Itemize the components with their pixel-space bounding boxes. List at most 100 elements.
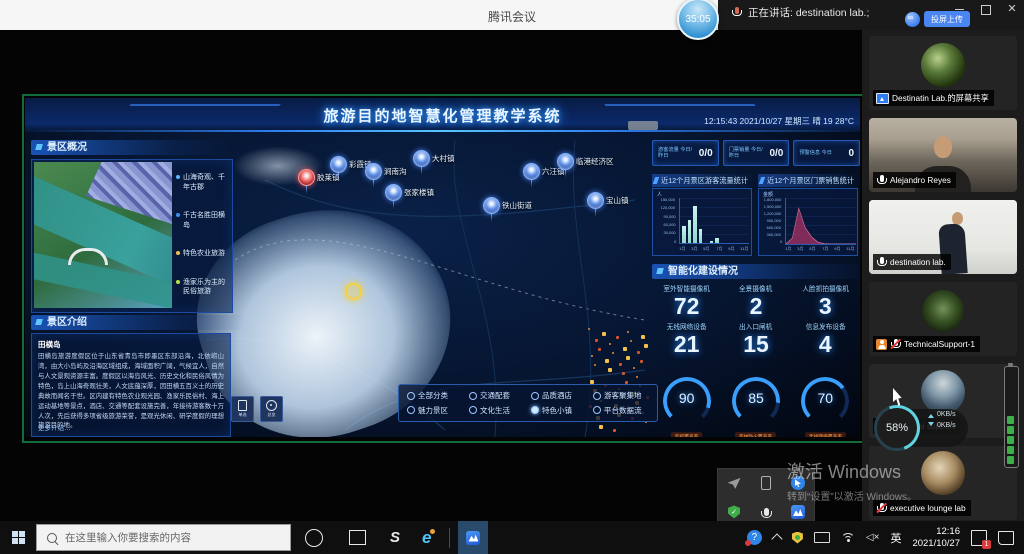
filter-option-文化生活[interactable]: 文化生活 [469, 405, 525, 416]
muted-speaker-icon[interactable]: ◁× [866, 532, 880, 543]
participant-name: executive lounge lab [890, 503, 966, 513]
filter-label: 文化生活 [480, 405, 510, 416]
help-tray-icon[interactable]: ? [747, 530, 762, 545]
map-pin-涧南沟[interactable]: 涧南沟 [365, 163, 382, 180]
filter-option-交通配套[interactable]: 交通配套 [469, 390, 525, 401]
participant-tile[interactable]: TechnicalSupport-1 [869, 282, 1017, 356]
action-center-icon[interactable] [998, 531, 1014, 545]
antivirus-shield-icon[interactable]: ✓ [728, 505, 740, 518]
visitor-chart: 人 150,000120,00090,00060,00030,0000 1月3月… [652, 188, 752, 256]
ticket-chart-block: 近12个月景区门票销售统计 金额 1,800,0001,500,0001,200… [758, 174, 860, 256]
map-pin-六汪镇[interactable]: 六汪镇 [523, 163, 540, 180]
bar [688, 220, 692, 243]
bar [699, 229, 703, 243]
map-pin-label: 胶莱镇 [317, 172, 340, 183]
task-view-icon[interactable] [349, 530, 366, 545]
overview-button[interactable]: 总览 [260, 396, 283, 422]
cortana-icon[interactable] [305, 529, 323, 547]
maximize-button[interactable] [980, 3, 992, 15]
taskbar-search[interactable]: 在这里输入你要搜索的内容 [36, 524, 291, 551]
counter-label: 室外智能摄像机 [654, 284, 720, 294]
participant-tile[interactable]: destination lab. [869, 200, 1017, 274]
speaking-indicator-bar: 正在讲话: destination lab.; ✕ 投屏上传 [718, 0, 1024, 30]
building-dot [623, 347, 627, 351]
internet-explorer-icon[interactable]: e [422, 528, 431, 548]
counter-室外智能摄像机: 室外智能摄像机72 [652, 284, 721, 318]
map-pin-张家楼镇[interactable]: 张家楼镇 [385, 184, 402, 201]
kpi-box: 预警信息 今日0 [793, 140, 860, 166]
selected-location-marker[interactable] [345, 283, 362, 300]
filter-label: 品质酒店 [542, 390, 572, 401]
dashboard-map[interactable]: 胶莱镇彩霞镇 涧南沟 大村镇张家楼镇铁山街道 六汪镇临港经济区宝山镇 单选 总览 全部… [205, 140, 652, 437]
start-button[interactable] [0, 521, 36, 554]
notification-badge: 1 [982, 540, 991, 549]
phone-icon[interactable] [761, 476, 771, 490]
ime-indicator[interactable]: 英 [890, 530, 901, 546]
meeting-taskbar-button[interactable] [458, 521, 488, 554]
filter-option-特色小镇[interactable]: 特色小镇 [531, 405, 587, 416]
notification-icon[interactable]: 1 [971, 530, 987, 546]
s-app-icon[interactable]: S [390, 529, 400, 546]
filter-option-平台数据流[interactable]: 平台数据流 [593, 405, 649, 416]
gauge-label: 森林防火覆盖率 [736, 432, 777, 437]
xtick: 1月 [679, 246, 685, 252]
map-pin-临港经济区[interactable]: 临港经济区 [557, 153, 574, 170]
keyboard-icon[interactable] [814, 532, 830, 543]
participant-tile[interactable]: Alejandro Reyes [869, 118, 1017, 192]
coverage-gauges: 90监控覆盖率85森林防火覆盖率70无线网络覆盖率 [652, 377, 860, 437]
cursor-app-icon[interactable] [791, 476, 805, 490]
network-status-widget[interactable]: 58% 0KB/s 0KB/s [874, 404, 970, 452]
more-intro-link[interactable]: 更多介绍… [38, 422, 71, 432]
counter-value: 2 [721, 294, 790, 318]
wifi-icon[interactable] [841, 533, 855, 543]
counter-value: 15 [721, 332, 790, 356]
meeting-titlebar: 腾讯会议 正在讲话: destination lab.; ✕ 投屏上传 [0, 0, 1024, 30]
building-dot [616, 336, 619, 339]
ytick: 1,500,000 [764, 205, 782, 209]
xtick: 11月 [847, 246, 855, 252]
upload-widget[interactable]: 投屏上传 [905, 11, 970, 27]
screen-share-icon [876, 93, 889, 104]
filter-option-全部分类[interactable]: 全部分类 [407, 390, 463, 401]
radio-icon [531, 392, 539, 400]
bullet-icon [176, 175, 180, 179]
filter-option-品质酒店[interactable]: 品质酒店 [531, 390, 587, 401]
mic-icon [876, 256, 887, 268]
participant-name: Destinatin Lab.的屏幕共享 [892, 92, 989, 104]
map-pin-铁山街道[interactable]: 铁山街道 [483, 197, 500, 214]
participant-tile[interactable]: Destinatin Lab.的屏幕共享 [869, 36, 1017, 110]
meeting-app-icon[interactable] [791, 505, 805, 519]
speaking-mic-icon [731, 6, 742, 18]
xtick: 5月 [704, 246, 710, 252]
paper-plane-icon[interactable] [728, 478, 741, 489]
map-pin-宝山镇[interactable]: 宝山镇 [587, 192, 604, 209]
kpi-value: 0/0 [769, 148, 783, 159]
participant-tile[interactable]: executive lounge lab [869, 446, 1017, 520]
header-chip[interactable] [628, 121, 658, 130]
counter-人脸抓拍摄像机: 人脸抓拍摄像机3 [791, 284, 860, 318]
radio-icon [469, 406, 477, 414]
meeting-timer-ball[interactable]: 35:05 [677, 0, 719, 40]
xtick: 3月 [798, 246, 804, 252]
ytick: 1,200,000 [764, 212, 782, 216]
single-select-button[interactable]: 单选 [231, 396, 254, 422]
map-pin-彩霞镇[interactable]: 彩霞镇 [330, 156, 347, 173]
map-pin-大村镇[interactable]: 大村镇 [413, 150, 430, 167]
smart-section-header: 智能化建设情况 [652, 264, 860, 279]
microphone-tray-icon[interactable] [764, 508, 769, 516]
ytick: 30,000 [663, 231, 675, 235]
upload-button[interactable]: 投屏上传 [924, 11, 970, 27]
filter-option-游客聚集地[interactable]: 游客聚集地 [593, 390, 649, 401]
kpi-label: 门票销量 今日/昨日 [729, 147, 763, 160]
search-placeholder: 在这里输入你要搜索的内容 [65, 530, 191, 545]
map-pin-胶莱镇[interactable]: 胶莱镇 [298, 169, 315, 186]
participant-name: Alejandro Reyes [890, 175, 951, 185]
hidden-icons-chevron[interactable] [771, 533, 782, 544]
security-shield-icon[interactable] [792, 532, 803, 544]
taskbar-clock[interactable]: 12:16 2021/10/27 [912, 526, 960, 550]
gauge-label: 监控覆盖率 [671, 432, 702, 437]
gauge-森林防火覆盖率: 85森林防火覆盖率 [729, 377, 783, 437]
link-icon [905, 12, 920, 27]
filter-option-魅力景区[interactable]: 魅力景区 [407, 405, 463, 416]
close-button[interactable]: ✕ [1006, 3, 1018, 15]
